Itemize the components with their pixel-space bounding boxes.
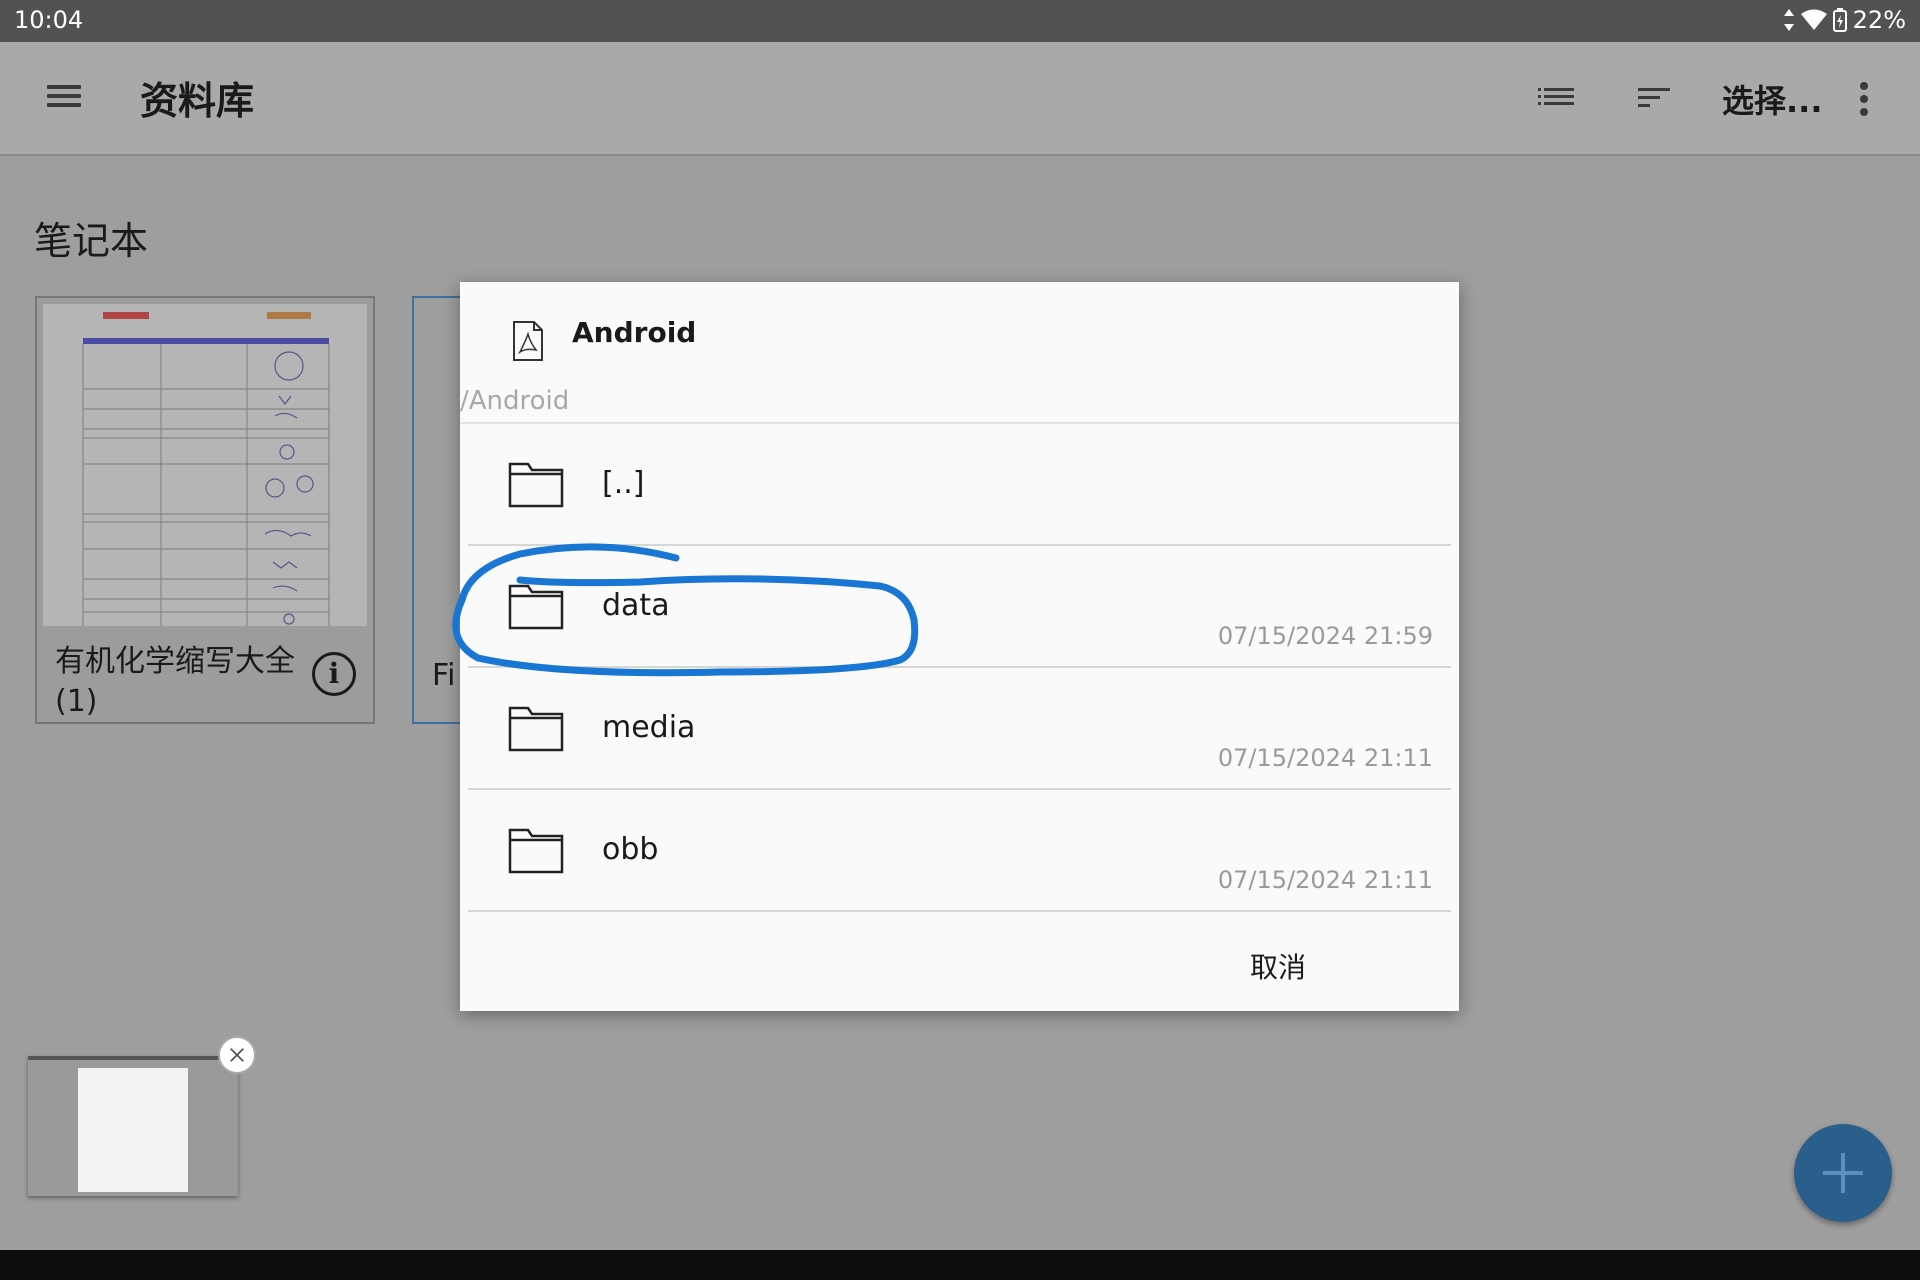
folder-icon xyxy=(508,706,564,752)
folder-date: 07/15/2024 21:59 xyxy=(1217,622,1433,650)
folder-date: 07/15/2024 21:11 xyxy=(1217,744,1433,772)
folder-date: 07/15/2024 21:11 xyxy=(1217,866,1433,894)
more-options-icon[interactable] xyxy=(1858,82,1870,118)
folder-name: obb xyxy=(602,832,659,867)
notebook-thumbnail xyxy=(43,304,367,626)
notebook-title: 有机化学缩写大全(1) xyxy=(55,644,295,719)
info-icon[interactable]: i xyxy=(312,652,356,696)
sort-icon[interactable] xyxy=(1634,84,1674,114)
section-title: 笔记本 xyxy=(34,219,149,263)
folder-icon xyxy=(508,584,564,630)
screenshot-preview-content xyxy=(78,1068,188,1192)
folder-name: data xyxy=(602,588,670,623)
pdf-file-icon xyxy=(513,321,543,361)
dialog-title: Android xyxy=(572,316,697,349)
folder-icon xyxy=(508,462,564,508)
select-button[interactable]: 选择... xyxy=(1722,76,1822,122)
status-bar: 10:04 22% xyxy=(0,0,1920,42)
battery-percent: 22% xyxy=(1852,6,1906,34)
current-path: /Android xyxy=(460,386,570,416)
status-time: 10:04 xyxy=(14,6,84,34)
menu-icon[interactable] xyxy=(44,80,84,116)
folder-picker-dialog: Android /Android [..] data 07/15/2024 21… xyxy=(460,282,1459,1011)
folder-row-obb[interactable]: obb 07/15/2024 21:11 xyxy=(468,790,1451,912)
wifi-icon xyxy=(1800,9,1827,30)
notebook-title-2: Fi xyxy=(432,658,456,693)
data-arrows-icon xyxy=(1783,9,1794,31)
page-title: 资料库 xyxy=(140,79,255,123)
folder-name: media xyxy=(602,710,696,745)
status-icons: 22% xyxy=(1783,6,1906,34)
folder-row-media[interactable]: media 07/15/2024 21:11 xyxy=(468,668,1451,790)
folder-row-data[interactable]: data 07/15/2024 21:59 xyxy=(468,546,1451,668)
close-icon[interactable] xyxy=(218,1036,256,1074)
add-button[interactable] xyxy=(1794,1124,1892,1222)
screenshot-preview[interactable] xyxy=(28,1056,238,1196)
folder-row-parent[interactable]: [..] xyxy=(468,424,1451,546)
navigation-bar xyxy=(0,1250,1920,1280)
notebook-card[interactable]: 有机化学缩写大全(1) i xyxy=(35,296,375,724)
battery-icon xyxy=(1832,8,1847,32)
folder-icon xyxy=(508,828,564,874)
app-bar: 资料库 选择... xyxy=(0,42,1920,156)
folder-name: [..] xyxy=(602,466,645,501)
cancel-button[interactable]: 取消 xyxy=(1242,942,1314,990)
list-view-icon[interactable] xyxy=(1536,84,1576,114)
